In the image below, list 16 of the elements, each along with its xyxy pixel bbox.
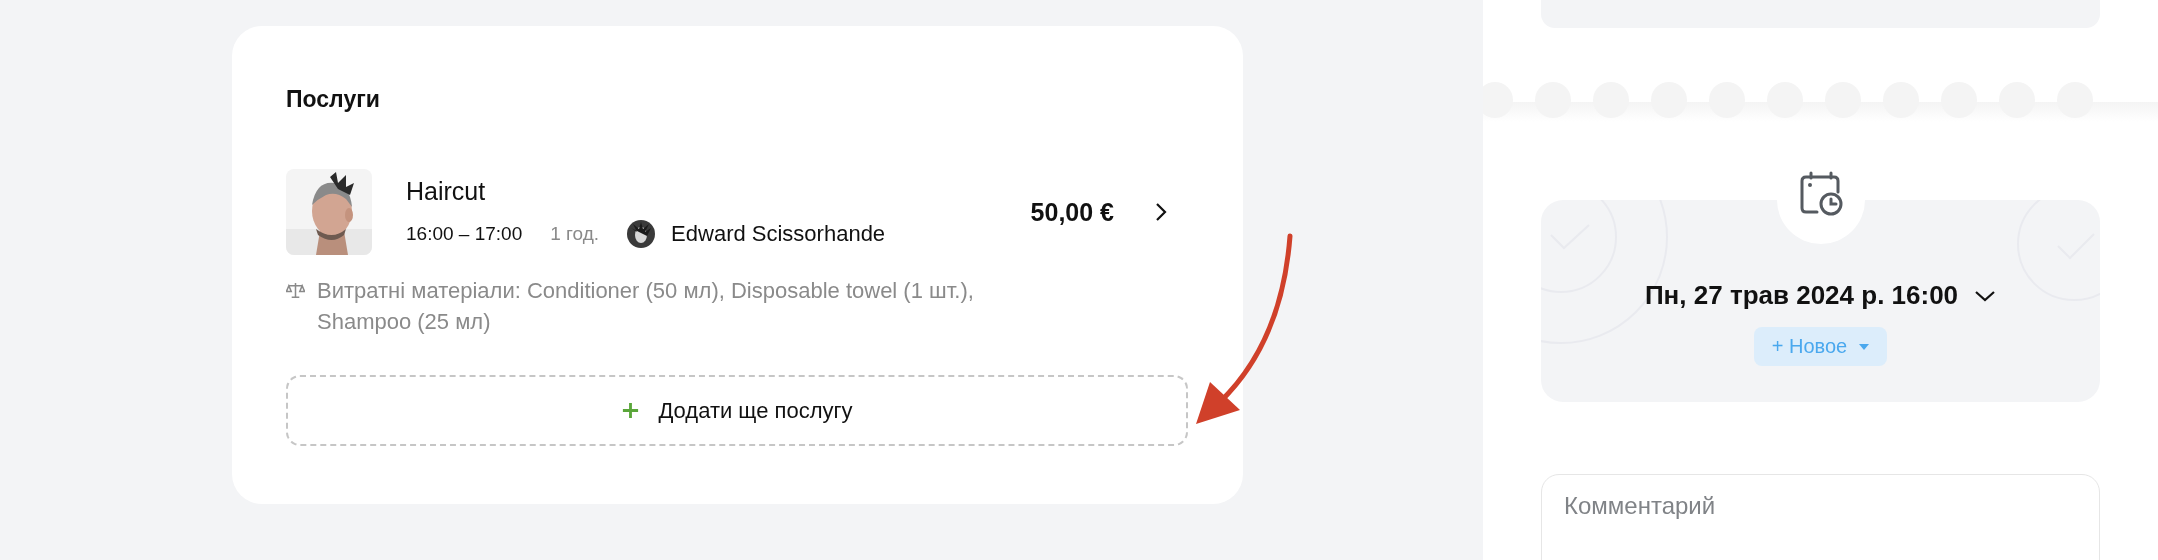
service-time: 16:00 – 17:00 (406, 222, 523, 245)
service-duration: 1 год. (550, 222, 600, 245)
appointment-date[interactable]: Пн, 27 трав 2024 р. 16:00 (1644, 280, 1959, 311)
plus-icon (621, 401, 641, 420)
add-service-button[interactable]: Додати ще послугу (286, 375, 1188, 446)
comment-field[interactable]: Комментарий (1541, 474, 2100, 560)
scales-icon (286, 281, 305, 300)
caret-icon (1859, 343, 1870, 350)
chevron-down-icon[interactable] (1974, 288, 1997, 303)
avatar-icon (627, 219, 656, 248)
section-title: Послуги (286, 86, 381, 113)
chevron-right-icon[interactable] (1154, 201, 1168, 223)
materials-text: Витратні матеріали: Conditioner (50 мл), Disposable towel (1 шт.), Shampoo (25 мл) (317, 277, 975, 336)
staff-name: Edward Scissorhande (671, 220, 886, 247)
service-name: Haircut (406, 176, 487, 206)
service-price: 50,00 € (1030, 197, 1114, 227)
